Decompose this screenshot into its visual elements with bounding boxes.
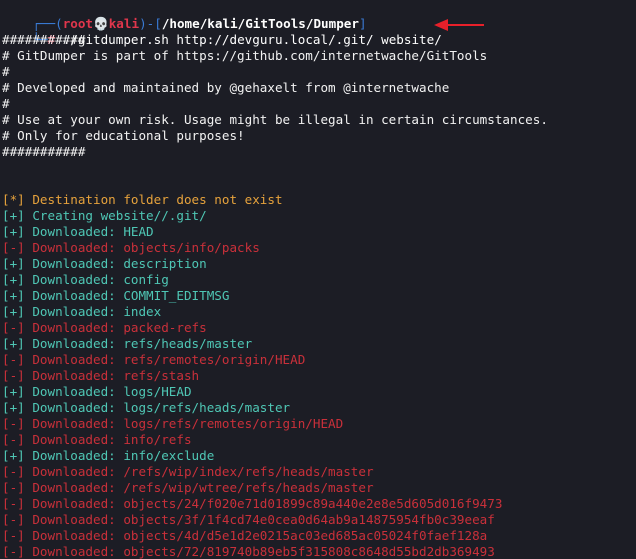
output-line: [*] Destination folder does not exist (2, 192, 283, 207)
output-line: [-] Downloaded: /refs/wip/wtree/refs/hea… (2, 480, 374, 495)
output-line: [-] Downloaded: packed-refs (2, 320, 207, 335)
banner-line: # Use at your own risk. Usage might be i… (2, 112, 548, 127)
banner-line: # Only for educational purposes! (2, 128, 245, 143)
annotation-arrow-icon (434, 19, 484, 31)
output-line: [-] Downloaded: objects/info/packs (2, 240, 260, 255)
output-line: [+] Downloaded: info/exclude (2, 448, 215, 463)
output-line: [-] Downloaded: logs/refs/remotes/origin… (2, 416, 344, 431)
output-line: [+] Downloaded: index (2, 304, 162, 319)
output-line: [+] Downloaded: HEAD (2, 224, 154, 239)
output-line: [-] Downloaded: info/refs (2, 432, 192, 447)
output-line: [+] Downloaded: refs/heads/master (2, 336, 253, 351)
output-line: [+] Downloaded: COMMIT_EDITMSG (2, 288, 230, 303)
banner-line: # (2, 64, 10, 79)
prompt-line-top: ┌──(root💀kali)-[/home/kali/GitTools/Dump… (2, 0, 366, 31)
output-line: [-] Downloaded: /refs/wip/index/refs/hea… (2, 464, 374, 479)
output-line: [-] Downloaded: refs/remotes/origin/HEAD (2, 352, 306, 367)
output-line: [-] Downloaded: objects/3f/1f4cd74e0cea0… (2, 512, 495, 527)
banner-line: ########### (2, 144, 86, 159)
output-line: [-] Downloaded: refs/stash (2, 368, 200, 383)
output-line: [-] Downloaded: objects/24/f020e71d01899… (2, 496, 503, 511)
banner-line: # (2, 96, 10, 111)
output-line: [-] Downloaded: objects/4d/d5e1d2e0215ac… (2, 528, 488, 543)
output-line: [-] Downloaded: objects/72/819740b89eb5f… (2, 544, 495, 559)
terminal-window[interactable]: ┌──(root💀kali)-[/home/kali/GitTools/Dump… (0, 0, 636, 559)
banner-line: # GitDumper is part of https://github.co… (2, 48, 488, 63)
banner-line: # Developed and maintained by @gehaxelt … (2, 80, 450, 95)
output-line: [+] Downloaded: logs/HEAD (2, 384, 192, 399)
output-line: [+] Downloaded: description (2, 256, 207, 271)
output-line: [+] Downloaded: logs/refs/heads/master (2, 400, 291, 415)
banner-line: ########### (2, 32, 86, 47)
output-line: [+] Downloaded: config (2, 272, 169, 287)
command-text[interactable]: ./gitdumper.sh http://devguru.local/.git… (55, 32, 442, 47)
command-line[interactable]: └─# ./gitdumper.sh http://devguru.local/… (2, 16, 441, 47)
output-line: [+] Creating website//.git/ (2, 208, 207, 223)
